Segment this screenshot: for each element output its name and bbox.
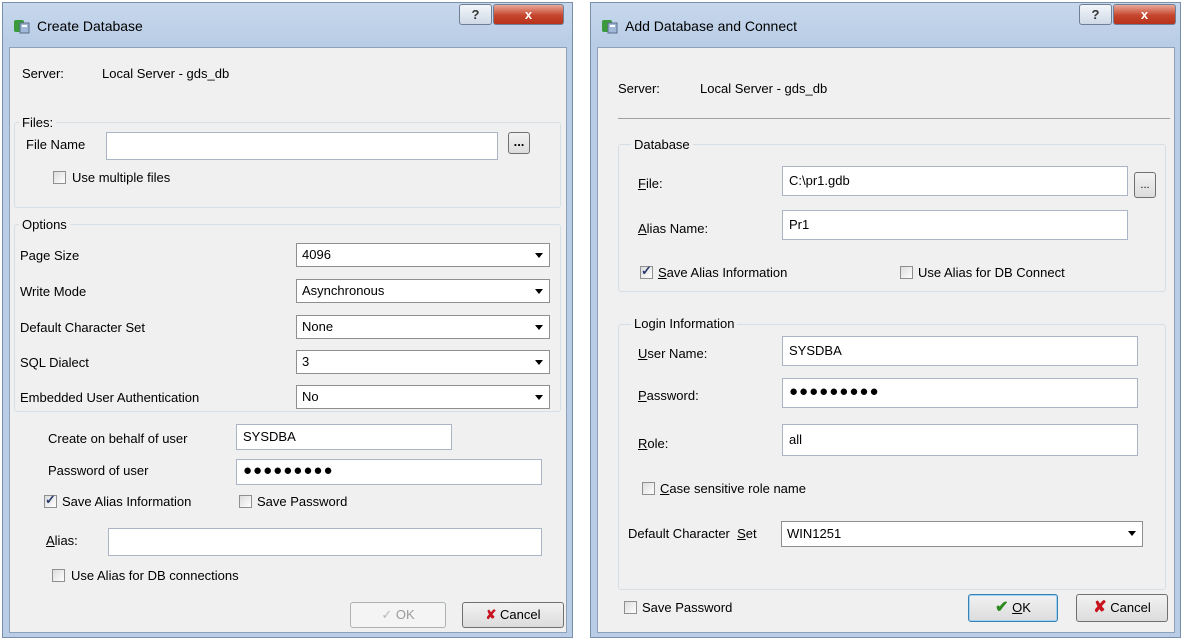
write-mode-select[interactable]: Asynchronous (296, 279, 550, 303)
title-bar: Add Database and Connect ? x (591, 3, 1180, 47)
role-label: Role: (638, 436, 669, 451)
alias-name-label: Alias Name: (638, 221, 709, 236)
save-alias-checkbox[interactable] (44, 492, 57, 508)
alias-name-input[interactable]: Pr1 (782, 210, 1128, 240)
add-database-dialog: Add Database and Connect ? x Server: Loc… (590, 2, 1181, 638)
close-button[interactable]: x (1113, 4, 1176, 25)
chevron-down-icon (1128, 531, 1136, 536)
file-name-label: File Name (26, 137, 86, 152)
file-name-input[interactable] (106, 132, 498, 160)
browse-file-button[interactable]: ... (1134, 172, 1156, 198)
role-input[interactable]: all (782, 424, 1138, 456)
divider (618, 118, 1170, 119)
chevron-down-icon (535, 360, 543, 365)
behalf-user-label: Create on behalf of user (48, 431, 188, 446)
use-multiple-files-checkbox[interactable] (53, 171, 66, 184)
password-label: Password: (638, 388, 699, 403)
close-button[interactable]: x (493, 4, 564, 25)
database-app-icon (13, 17, 30, 34)
behalf-user-input[interactable]: SYSDBA (236, 424, 452, 450)
use-alias-label: Use Alias for DB connections (71, 568, 239, 583)
options-group-label: Options (19, 217, 70, 232)
sql-dialect-label: SQL Dialect (20, 355, 89, 370)
title-bar: Create Database ? x (3, 3, 572, 47)
page-size-select[interactable]: 4096 (296, 243, 550, 267)
embedded-auth-label: Embedded User Authentication (20, 390, 200, 405)
chevron-down-icon (535, 253, 543, 258)
server-value: Local Server - gds_db (102, 66, 230, 81)
cancel-button[interactable]: ✘ Cancel (1076, 594, 1168, 622)
case-sensitive-label: Case sensitive role name (660, 481, 806, 496)
save-password-checkbox[interactable] (624, 601, 637, 614)
save-password-label: Save Password (257, 494, 348, 509)
case-sensitive-checkbox[interactable] (642, 482, 655, 495)
browse-file-button[interactable]: ... (508, 132, 530, 154)
login-group-label: Login Information (631, 316, 738, 331)
default-charset-select[interactable]: None (296, 315, 550, 339)
checkmark-icon: ✓ (381, 607, 393, 622)
alias-input[interactable] (108, 528, 542, 556)
files-group-label: Files: (19, 115, 57, 130)
save-password-checkbox[interactable] (239, 495, 252, 508)
server-label: Server: (618, 81, 660, 96)
use-multiple-files-label: Use multiple files (72, 170, 171, 185)
alias-label: Alias: (46, 533, 78, 548)
file-label: File: (638, 176, 663, 191)
create-database-dialog: Create Database ? x Server: Local Server… (2, 2, 573, 638)
ok-button[interactable]: ✓ OK (350, 602, 446, 628)
dialog-client-area: Server: Local Server - gds_db Files: Fil… (9, 47, 567, 633)
file-input[interactable]: C:\pr1.gdb (782, 166, 1128, 196)
password-label: Password of user (48, 463, 149, 478)
password-input[interactable]: ●●●●●●●●● (236, 459, 542, 485)
user-name-label: User Name: (638, 346, 708, 361)
user-name-input[interactable]: SYSDBA (782, 336, 1138, 366)
default-charset-label: Default Character Set (628, 526, 757, 541)
chevron-down-icon (535, 289, 543, 294)
password-input[interactable]: ●●●●●●●●● (782, 378, 1138, 408)
window-title: Add Database and Connect (625, 18, 798, 34)
sql-dialect-select[interactable]: 3 (296, 350, 550, 374)
save-alias-label: Save Alias Information (62, 494, 192, 509)
embedded-auth-select[interactable]: No (296, 385, 550, 409)
save-alias-label: Save Alias Information (658, 265, 788, 280)
database-app-icon (601, 17, 618, 34)
chevron-down-icon (535, 395, 543, 400)
database-group-label: Database (631, 137, 693, 152)
window-title: Create Database (37, 18, 143, 34)
server-value: Local Server - gds_db (700, 81, 828, 96)
x-icon: ✘ (1093, 599, 1107, 616)
save-password-label: Save Password (642, 600, 733, 615)
use-alias-checkbox[interactable] (52, 569, 65, 582)
x-icon: ✘ (485, 607, 497, 622)
save-alias-checkbox[interactable] (640, 263, 653, 279)
chevron-down-icon (535, 325, 543, 330)
dialog-client-area: Server: Local Server - gds_db Database F… (597, 47, 1175, 633)
use-alias-checkbox[interactable] (900, 266, 913, 279)
ok-button[interactable]: ✔ OK (968, 594, 1058, 622)
server-label: Server: (22, 66, 64, 81)
cancel-button[interactable]: ✘ Cancel (462, 602, 564, 628)
checkmark-icon: ✔ (995, 599, 1009, 616)
page-size-label: Page Size (20, 248, 80, 263)
default-charset-select[interactable]: WIN1251 (781, 521, 1143, 547)
default-charset-label: Default Character Set (20, 320, 146, 335)
write-mode-label: Write Mode (20, 284, 87, 299)
help-button[interactable]: ? (459, 4, 492, 25)
use-alias-label: Use Alias for DB Connect (918, 265, 1065, 280)
help-button[interactable]: ? (1079, 4, 1112, 25)
